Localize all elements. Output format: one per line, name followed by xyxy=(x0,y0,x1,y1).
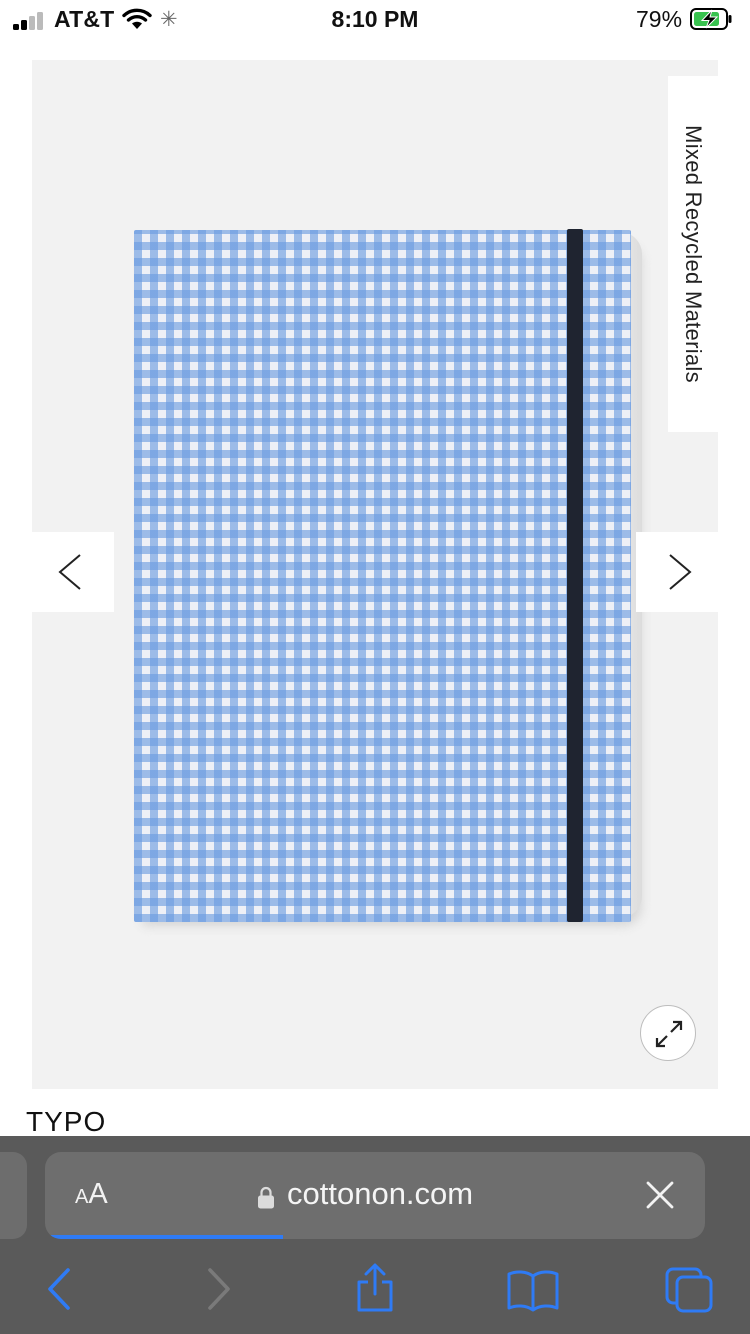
text-size-button[interactable]: AA xyxy=(75,1178,108,1211)
stop-loading-icon[interactable] xyxy=(645,1180,675,1210)
previous-tab-peek[interactable] xyxy=(0,1152,27,1239)
battery-charging-icon xyxy=(690,8,732,30)
status-bar: AT&T ✳ 8:10 PM 79% xyxy=(0,0,750,42)
product-brand[interactable]: TYPO xyxy=(26,1106,106,1138)
battery-percent: 79% xyxy=(636,6,683,32)
notebook-product-image xyxy=(134,230,631,922)
page-load-progress xyxy=(45,1235,283,1239)
gallery-next-button[interactable] xyxy=(636,532,718,612)
gallery-prev-button[interactable] xyxy=(32,532,114,612)
url-text[interactable]: cottonon.com xyxy=(287,1176,473,1212)
tabs-icon[interactable] xyxy=(664,1266,716,1314)
chevron-right-icon xyxy=(669,554,692,590)
expand-icon xyxy=(655,1020,683,1048)
lock-icon xyxy=(258,1186,274,1209)
address-bar[interactable]: AA cottonon.com xyxy=(45,1152,705,1239)
back-icon[interactable] xyxy=(44,1266,74,1312)
bookmarks-icon[interactable] xyxy=(506,1268,560,1312)
expand-image-button[interactable] xyxy=(640,1005,696,1061)
share-icon[interactable] xyxy=(354,1262,396,1314)
chevron-left-icon xyxy=(58,554,81,590)
badge-label: Mixed Recycled Materials xyxy=(681,125,706,383)
recycled-materials-badge: Mixed Recycled Materials xyxy=(668,76,718,432)
notebook-elastic-strap xyxy=(567,229,583,922)
forward-icon[interactable] xyxy=(204,1266,234,1312)
